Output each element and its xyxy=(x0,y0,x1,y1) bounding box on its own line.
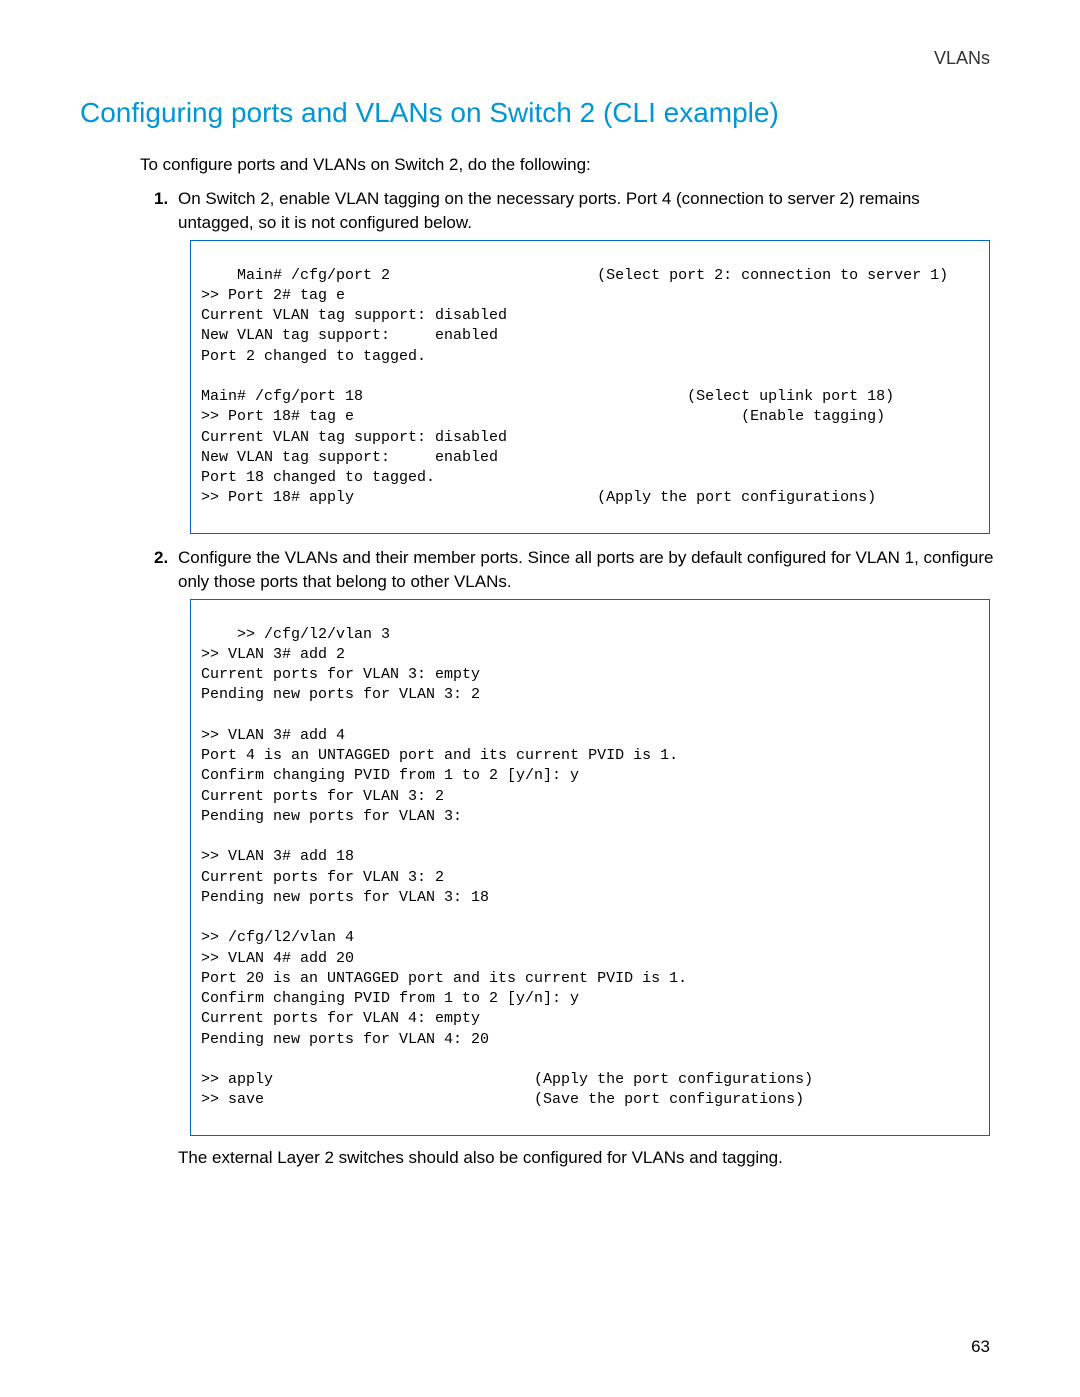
step-1-text: On Switch 2, enable VLAN tagging on the … xyxy=(178,189,920,232)
step-2: 2.Configure the VLANs and their member p… xyxy=(154,546,1000,594)
step-1-number: 1. xyxy=(154,187,178,211)
code-block-1: Main# /cfg/port 2 (Select port 2: connec… xyxy=(190,240,990,534)
document-page: VLANs Configuring ports and VLANs on Swi… xyxy=(0,0,1080,1397)
closing-text: The external Layer 2 switches should als… xyxy=(178,1148,1000,1168)
page-title: Configuring ports and VLANs on Switch 2 … xyxy=(80,97,1000,129)
step-1: 1.On Switch 2, enable VLAN tagging on th… xyxy=(154,187,1000,235)
page-number: 63 xyxy=(971,1337,990,1357)
code-block-1-content: Main# /cfg/port 2 (Select port 2: connec… xyxy=(201,267,948,507)
intro-text: To configure ports and VLANs on Switch 2… xyxy=(140,153,1000,177)
step-2-number: 2. xyxy=(154,546,178,570)
step-2-text: Configure the VLANs and their member por… xyxy=(178,548,994,591)
code-block-2-content: >> /cfg/l2/vlan 3 >> VLAN 3# add 2 Curre… xyxy=(201,626,813,1109)
section-header: VLANs xyxy=(80,48,990,69)
code-block-2: >> /cfg/l2/vlan 3 >> VLAN 3# add 2 Curre… xyxy=(190,599,990,1136)
